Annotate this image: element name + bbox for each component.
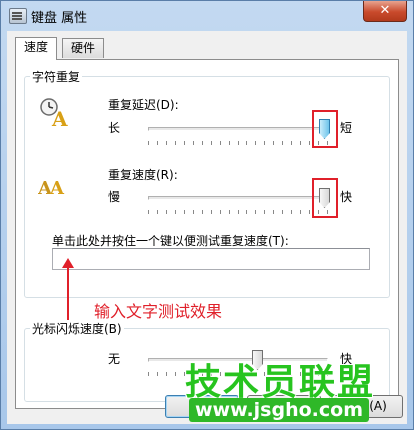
slider-tick [238,210,239,214]
repeat-rate-track [148,196,328,200]
slider-tick [246,210,247,214]
annotation-arrow-shaft [67,267,69,325]
repeat-test-input[interactable] [52,248,370,270]
annotation-text: 输入文字测试效果 [94,302,223,321]
repeat-delay-label: 重复延迟(D): [108,98,179,112]
slider-tick [300,141,301,145]
slider-tick [193,210,194,214]
slider-tick [246,141,247,145]
highlight-box-rate [312,178,338,218]
repeat-rate-slider[interactable] [144,184,334,216]
slider-tick [238,141,239,145]
slider-tick [175,141,176,145]
slider-tick [291,210,292,214]
slider-tick [309,210,310,214]
slider-tick [291,141,292,145]
svg-text:A: A [51,107,68,128]
cursor-blink-none-label: 无 [108,352,121,366]
watermark-url: www.jsgho.com [189,398,369,422]
cursor-blink-group-title: 光标闪烁速度(B) [30,320,124,337]
slider-tick [175,372,176,376]
slider-tick [229,141,230,145]
slider-tick [220,210,221,214]
slider-tick [184,210,185,214]
slider-tick [157,141,158,145]
slider-tick [282,210,283,214]
slider-tick [273,141,274,145]
repeat-test-label: 单击此处并按住一个键以便测试重复速度(T): [52,234,289,248]
slider-tick [202,210,203,214]
keyboard-icon [9,8,27,24]
repeat-rate-fast-label: 快 [340,190,353,204]
slider-tick [148,210,149,214]
svg-text:A: A [49,178,65,199]
repeat-delay-track [148,127,328,131]
slider-tick [211,210,212,214]
slider-tick [193,141,194,145]
slider-tick [300,210,301,214]
tab-speed[interactable]: 速度 [15,37,58,60]
slider-tick [184,141,185,145]
slider-tick [229,210,230,214]
slider-tick [175,210,176,214]
slider-tick [264,210,265,214]
repeat-rate-label: 重复速度(R): [108,168,178,182]
slider-tick [264,141,265,145]
slider-tick [220,141,221,145]
slider-tick [166,210,167,214]
slider-tick [166,141,167,145]
slider-tick [157,210,158,214]
slider-tick [211,141,212,145]
repeat-delay-short-label: 短 [340,121,353,135]
tab-hardware[interactable]: 硬件 [62,38,105,58]
slider-tick [202,141,203,145]
slider-tick [255,210,256,214]
slider-tick [309,141,310,145]
slider-tick [166,372,167,376]
slider-tick [148,141,149,145]
close-button[interactable]: ✕ [363,1,407,22]
slider-tick [157,372,158,376]
clock-letter-a-icon: A [40,98,68,128]
highlight-box-delay [312,110,338,148]
repeat-rate-ticks [148,210,328,214]
repeat-delay-slider[interactable] [144,115,334,147]
slider-tick [273,210,274,214]
keyboard-properties-window: 键盘 属性 ✕ 速度 硬件 字符重复 A 重复延迟(D): 长 短 A A 重复… [0,0,414,430]
repeat-delay-ticks [148,141,328,145]
title-bar[interactable]: 键盘 属性 ✕ [1,1,413,31]
repeat-rate-slow-label: 慢 [108,190,121,204]
double-letter-a-icon: A A [38,178,65,199]
slider-tick [255,141,256,145]
character-repeat-group-title: 字符重复 [30,68,83,85]
slider-tick [148,372,149,376]
repeat-delay-long-label: 长 [108,121,121,135]
window-title: 键盘 属性 [31,11,88,26]
slider-tick [282,141,283,145]
